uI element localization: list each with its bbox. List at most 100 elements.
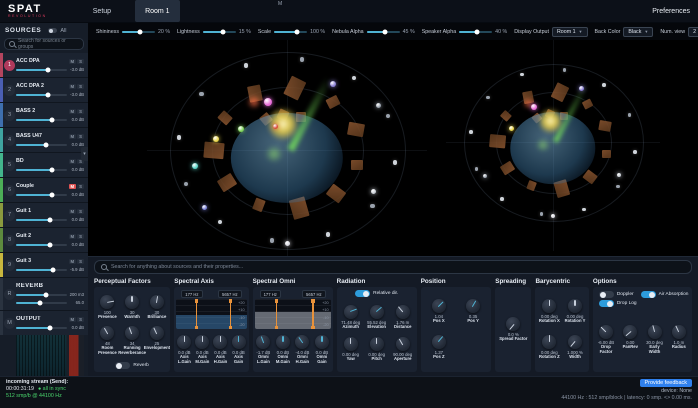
toolbar-slider-lightness[interactable]: Lightness15 % — [177, 29, 251, 35]
reverb-row[interactable]: RREVERB200 m365.0 — [0, 278, 88, 311]
num-view-select[interactable]: 2▼ — [688, 27, 698, 37]
panrev-knob[interactable] — [623, 325, 637, 339]
display-output-select[interactable]: Room 1▼ — [552, 27, 588, 37]
source-row-couple[interactable]: 6CoupleMS0.0 dB — [0, 178, 88, 203]
slider-thumb[interactable] — [138, 29, 143, 34]
solo-button[interactable]: S — [77, 234, 84, 239]
gain-slider[interactable] — [16, 94, 67, 96]
drop-factor-knob[interactable] — [599, 325, 613, 339]
provide-feedback-button[interactable]: Provide feedback — [640, 379, 693, 387]
axis-eq-display[interactable]: +20+10 -10-20 — [176, 299, 246, 329]
solo-button[interactable]: S — [77, 209, 84, 214]
source-number[interactable]: 5 — [4, 160, 15, 171]
slider-track[interactable] — [274, 31, 307, 33]
reverb-toggle[interactable] — [115, 362, 130, 369]
aperture-knob[interactable] — [396, 337, 410, 351]
pos-z-knob[interactable] — [432, 335, 446, 349]
pos-x-knob[interactable] — [432, 299, 446, 313]
early-width-knob[interactable] — [648, 325, 662, 339]
source-row-bd[interactable]: 5BDMS0.0 dB — [0, 153, 88, 178]
doppler-toggle[interactable] — [599, 291, 614, 298]
mute-button[interactable]: M — [69, 84, 77, 89]
solo-button[interactable]: S — [77, 84, 84, 89]
mute-button[interactable]: M — [69, 259, 77, 264]
omni-gain-knob[interactable] — [315, 335, 329, 349]
toolbar-slider-speaker-alpha[interactable]: Speaker Alpha40 % — [422, 29, 508, 35]
envelopment-knob[interactable] — [150, 326, 164, 340]
solo-button[interactable]: S — [77, 134, 84, 139]
source-row-acc-dpa[interactable]: 1ACC DPAMS-3.0 dB — [0, 53, 88, 78]
axis-low-marker[interactable] — [196, 299, 198, 329]
omni-high-freq[interactable]: 5657 Hz — [302, 290, 326, 298]
source-orb[interactable] — [330, 81, 336, 87]
slider-thumb[interactable] — [294, 29, 299, 34]
rotation-z-knob[interactable] — [542, 335, 556, 349]
source-orb[interactable] — [371, 189, 376, 194]
slider-thumb[interactable] — [382, 29, 387, 34]
source-row-acc-dpa-2[interactable]: 2ACC DPA 2MS-3.0 dB — [0, 78, 88, 103]
elevation-knob[interactable] — [370, 305, 384, 319]
toolbar-slider-shininess[interactable]: Shininess20 % — [96, 29, 170, 35]
gain-slider[interactable] — [16, 244, 67, 246]
gain-slider[interactable] — [16, 119, 67, 121]
rotation-x-knob[interactable] — [542, 299, 556, 313]
mute-button[interactable]: M — [69, 109, 77, 114]
gain-slider[interactable] — [16, 169, 67, 171]
source-row-bass-2[interactable]: 3BASS 2MS0.0 dB — [0, 103, 88, 128]
yaw-knob[interactable] — [344, 337, 358, 351]
gain-slider[interactable] — [16, 194, 67, 196]
output-row[interactable]: MOUTPUTMS0.0 dB — [0, 311, 88, 335]
slider-thumb[interactable] — [475, 29, 480, 34]
source-number[interactable]: 6 — [4, 185, 15, 196]
source-row-bass-u47[interactable]: 4BASS U47MS0.0 dB — [0, 128, 88, 153]
omni-h-gain-knob[interactable] — [295, 335, 309, 349]
omni-low-freq[interactable]: 177 Hz — [260, 290, 281, 298]
source-number[interactable]: 4 — [4, 135, 15, 146]
mute-button[interactable]: M — [69, 134, 77, 139]
preferences-button[interactable]: Preferences — [652, 8, 690, 15]
omni-low-marker[interactable] — [276, 299, 278, 329]
tab-room1[interactable]: Room 1 — [135, 0, 180, 22]
axis-l-gain-knob[interactable] — [177, 335, 191, 349]
solo-button[interactable]: S — [77, 109, 84, 114]
source-row-guit-2[interactable]: 8Guit 2MS0.0 dB — [0, 228, 88, 253]
source-number[interactable]: 9 — [4, 260, 15, 271]
axis-high-marker[interactable] — [230, 299, 232, 329]
source-number[interactable]: 2 — [4, 85, 15, 96]
relative-dir-toggle[interactable] — [355, 290, 370, 297]
gain-slider[interactable] — [16, 327, 67, 329]
axis-m-gain-knob[interactable] — [195, 335, 209, 349]
slider-track[interactable] — [367, 31, 400, 33]
warmth-knob[interactable] — [125, 295, 139, 309]
gain-slider[interactable] — [16, 219, 67, 221]
sources-search-input[interactable]: Search for sources or groups — [4, 38, 84, 50]
toolbar-slider-scale[interactable]: Scale100 % — [258, 29, 325, 35]
gain-slider[interactable] — [16, 69, 67, 71]
running-reverberance-knob[interactable] — [125, 326, 139, 340]
room-presence-knob[interactable] — [100, 326, 114, 340]
axis-gain-knob[interactable] — [232, 335, 246, 349]
slider-track[interactable] — [459, 31, 492, 33]
axis-h-gain-knob[interactable] — [213, 335, 227, 349]
source-orb[interactable] — [617, 173, 621, 177]
radius-knob[interactable] — [672, 325, 686, 339]
source-orb[interactable] — [285, 241, 290, 246]
solo-button[interactable]: S — [77, 317, 84, 322]
distance-knob[interactable] — [396, 305, 410, 319]
air-absorption-toggle[interactable] — [641, 291, 656, 298]
room-3d-view[interactable] — [88, 40, 698, 256]
source-row-guit-1[interactable]: 7Guit 1MS0.0 dB — [0, 203, 88, 228]
properties-search-input[interactable]: Search for anything about sources and th… — [94, 260, 692, 274]
spread-factor-knob[interactable] — [506, 317, 520, 331]
mute-button[interactable]: M — [69, 234, 77, 239]
reverb-number[interactable]: R — [4, 289, 15, 300]
mute-button[interactable]: M — [69, 209, 77, 214]
mute-button[interactable]: M — [69, 184, 77, 189]
rotation-y-knob[interactable] — [568, 299, 582, 313]
output-number[interactable]: M — [4, 318, 15, 329]
mute-button[interactable]: M — [69, 59, 77, 64]
source-orb[interactable] — [531, 104, 537, 110]
toolbar-slider-nebula-alpha[interactable]: Nebula Alpha45 % — [332, 29, 415, 35]
source-number[interactable]: 1 — [4, 60, 15, 71]
solo-button[interactable]: S — [77, 59, 84, 64]
